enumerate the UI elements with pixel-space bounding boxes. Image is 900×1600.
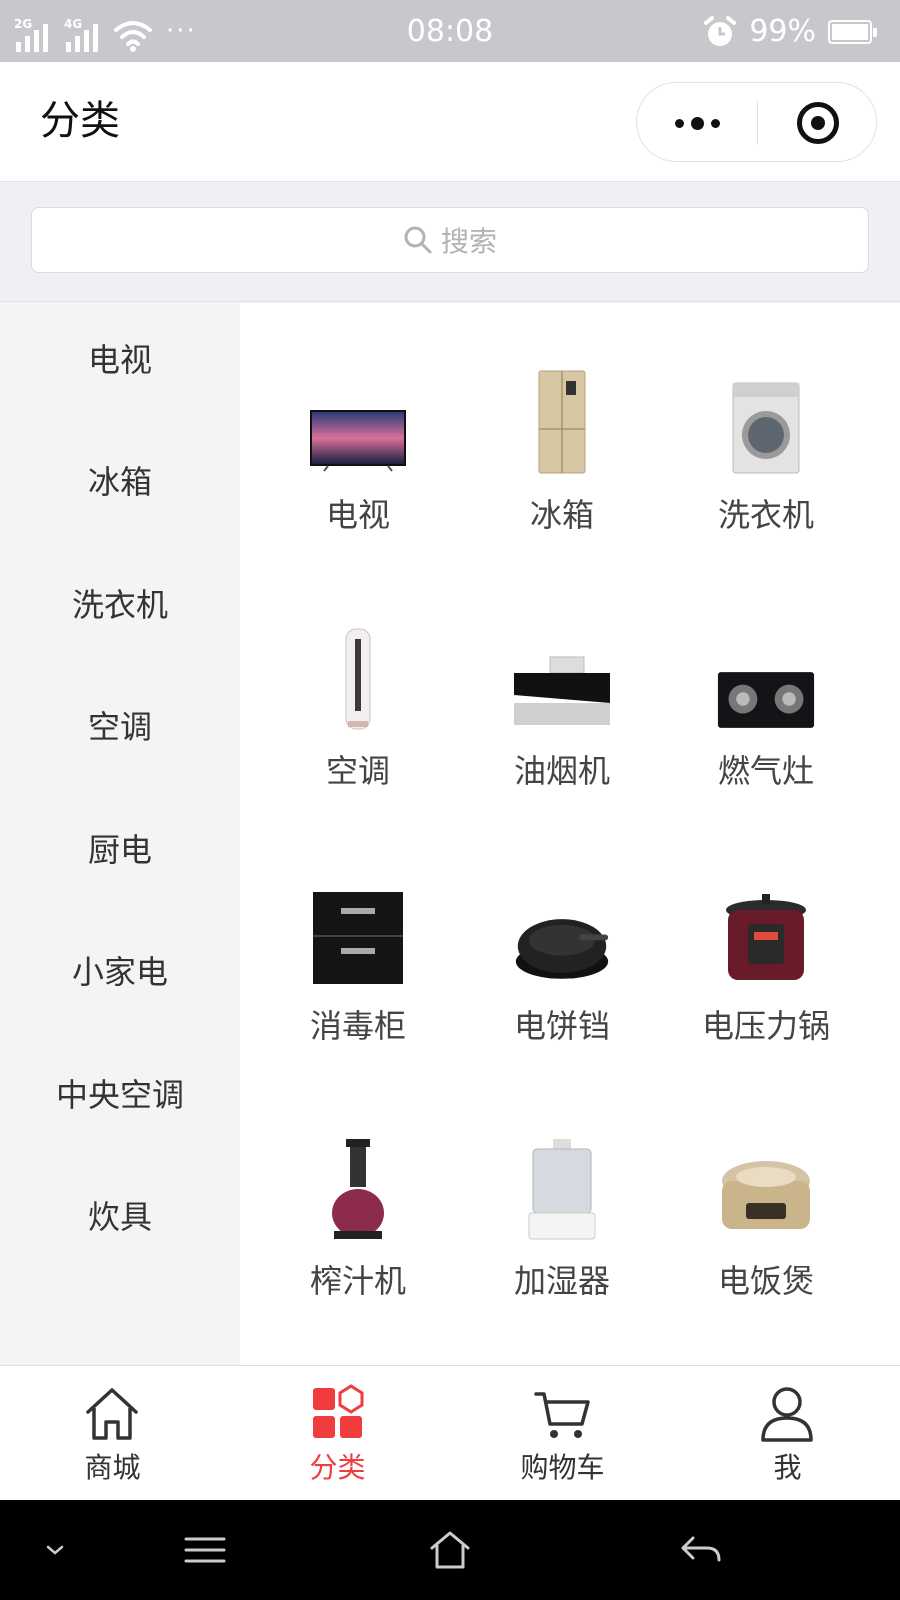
- search-icon: [404, 226, 432, 254]
- more-button[interactable]: [637, 83, 757, 163]
- sterilizer-image: [308, 876, 408, 986]
- gas-stove-image: [716, 621, 816, 731]
- nav-bar: 分类: [0, 62, 900, 182]
- search-input[interactable]: 搜索: [31, 207, 869, 273]
- grid-item-label: 电压力锅: [701, 1007, 830, 1045]
- category-grid: 电视 冰箱 洗衣机 空调 油烟机 燃气灶 消毒柜 电饼铛 电压力锅 榨汁机 加湿…: [240, 303, 900, 1365]
- user-icon: [761, 1387, 813, 1442]
- tab-home[interactable]: 商城: [0, 1366, 225, 1501]
- sidebar-item-cookware[interactable]: 炊具: [0, 1187, 240, 1247]
- tab-bar: 商城 分类 购物车 我: [0, 1365, 900, 1500]
- pressure-cooker-image: [716, 876, 816, 986]
- rice-cooker-image: [716, 1131, 816, 1241]
- tab-label: 商城: [84, 1451, 141, 1484]
- grid-item-label: 电饭煲: [717, 1262, 814, 1300]
- grid-item-label: 消毒柜: [309, 1007, 406, 1045]
- grid-item-tv[interactable]: 电视: [255, 365, 461, 605]
- miniprogram-capsule: [636, 82, 877, 162]
- range-hood-image: [512, 621, 612, 731]
- category-sidebar: 电视 冰箱 洗衣机 空调 厨电 小家电 中央空调 炊具: [0, 303, 240, 1365]
- status-bar: 2G 4G ··· 08:08 99%: [0, 0, 900, 62]
- home-system-button[interactable]: [424, 1522, 476, 1578]
- grid-item-sterilizer[interactable]: 消毒柜: [255, 876, 461, 1116]
- more-dot-center: [690, 116, 704, 130]
- tab-label: 分类: [309, 1451, 366, 1484]
- tab-label: 我: [773, 1451, 802, 1484]
- tab-category[interactable]: 分类: [225, 1366, 450, 1501]
- menu-icon: [184, 1537, 226, 1563]
- grid-item-gas-stove[interactable]: 燃气灶: [663, 621, 869, 861]
- battery-fill: [832, 24, 868, 40]
- hide-nav-button[interactable]: [40, 1522, 70, 1578]
- grid-item-label: 电视: [325, 496, 390, 534]
- menu-button[interactable]: [180, 1522, 230, 1578]
- search-placeholder: 搜索: [440, 225, 497, 258]
- washer-image: [716, 365, 816, 475]
- grid-item-electric-baking-pan[interactable]: 电饼铛: [459, 876, 665, 1116]
- juicer-image: [308, 1131, 408, 1241]
- grid-item-label: 空调: [325, 752, 390, 790]
- grid-item-label: 油烟机: [513, 752, 610, 790]
- home-icon: [86, 1388, 138, 1440]
- sidebar-item-kitchen[interactable]: 厨电: [0, 820, 240, 880]
- tv-image: [308, 365, 408, 475]
- sidebar-item-small-appliance[interactable]: 小家电: [0, 942, 240, 1002]
- chevron-down-icon: [46, 1545, 64, 1555]
- baking-pan-image: [512, 876, 612, 986]
- home-icon: [430, 1531, 470, 1569]
- tab-cart[interactable]: 购物车: [450, 1366, 675, 1501]
- grid-item-label: 洗衣机: [717, 496, 814, 534]
- aircon-image: [308, 621, 408, 731]
- grid-item-humidifier[interactable]: 加湿器: [459, 1131, 665, 1371]
- more-dots-icon: [674, 118, 684, 128]
- target-icon: [797, 102, 839, 144]
- sidebar-item-aircon[interactable]: 空调: [0, 697, 240, 757]
- grid-item-fridge[interactable]: 冰箱: [459, 365, 665, 605]
- grid-item-range-hood[interactable]: 油烟机: [459, 621, 665, 861]
- grid-item-pressure-cooker[interactable]: 电压力锅: [663, 876, 869, 1116]
- grid-item-label: 榨汁机: [309, 1262, 406, 1300]
- grid-item-label: 冰箱: [529, 496, 594, 534]
- cart-icon: [534, 1392, 590, 1438]
- fridge-image: [512, 365, 612, 475]
- grid-item-aircon[interactable]: 空调: [255, 621, 461, 861]
- category-icon: [313, 1384, 364, 1438]
- grid-item-label: 加湿器: [513, 1262, 610, 1300]
- status-right: 99%: [703, 14, 877, 50]
- more-dot-right: [710, 118, 720, 128]
- grid-item-label: 燃气灶: [717, 752, 814, 790]
- grid-item-rice-cooker[interactable]: 电饭煲: [663, 1131, 869, 1371]
- tab-label: 购物车: [520, 1451, 605, 1484]
- battery-icon: [828, 20, 877, 44]
- system-navigation-bar: [0, 1500, 900, 1600]
- grid-item-label: 电饼铛: [513, 1007, 610, 1045]
- grid-item-washer[interactable]: 洗衣机: [663, 365, 869, 605]
- humidifier-image: [512, 1131, 612, 1241]
- close-miniprogram-button[interactable]: [758, 83, 878, 163]
- sidebar-item-fridge[interactable]: 冰箱: [0, 452, 240, 512]
- tab-me[interactable]: 我: [675, 1366, 900, 1501]
- sidebar-item-tv[interactable]: 电视: [0, 330, 240, 390]
- back-button[interactable]: [676, 1522, 726, 1578]
- battery-percent: 99%: [749, 14, 816, 49]
- search-area: 搜索: [0, 183, 900, 302]
- alarm-icon: [704, 16, 737, 46]
- page-title: 分类: [40, 98, 120, 144]
- sidebar-item-washer[interactable]: 洗衣机: [0, 575, 240, 635]
- back-arrow-icon: [681, 1536, 721, 1562]
- sidebar-item-central-aircon[interactable]: 中央空调: [0, 1065, 240, 1125]
- grid-item-juicer[interactable]: 榨汁机: [255, 1131, 461, 1371]
